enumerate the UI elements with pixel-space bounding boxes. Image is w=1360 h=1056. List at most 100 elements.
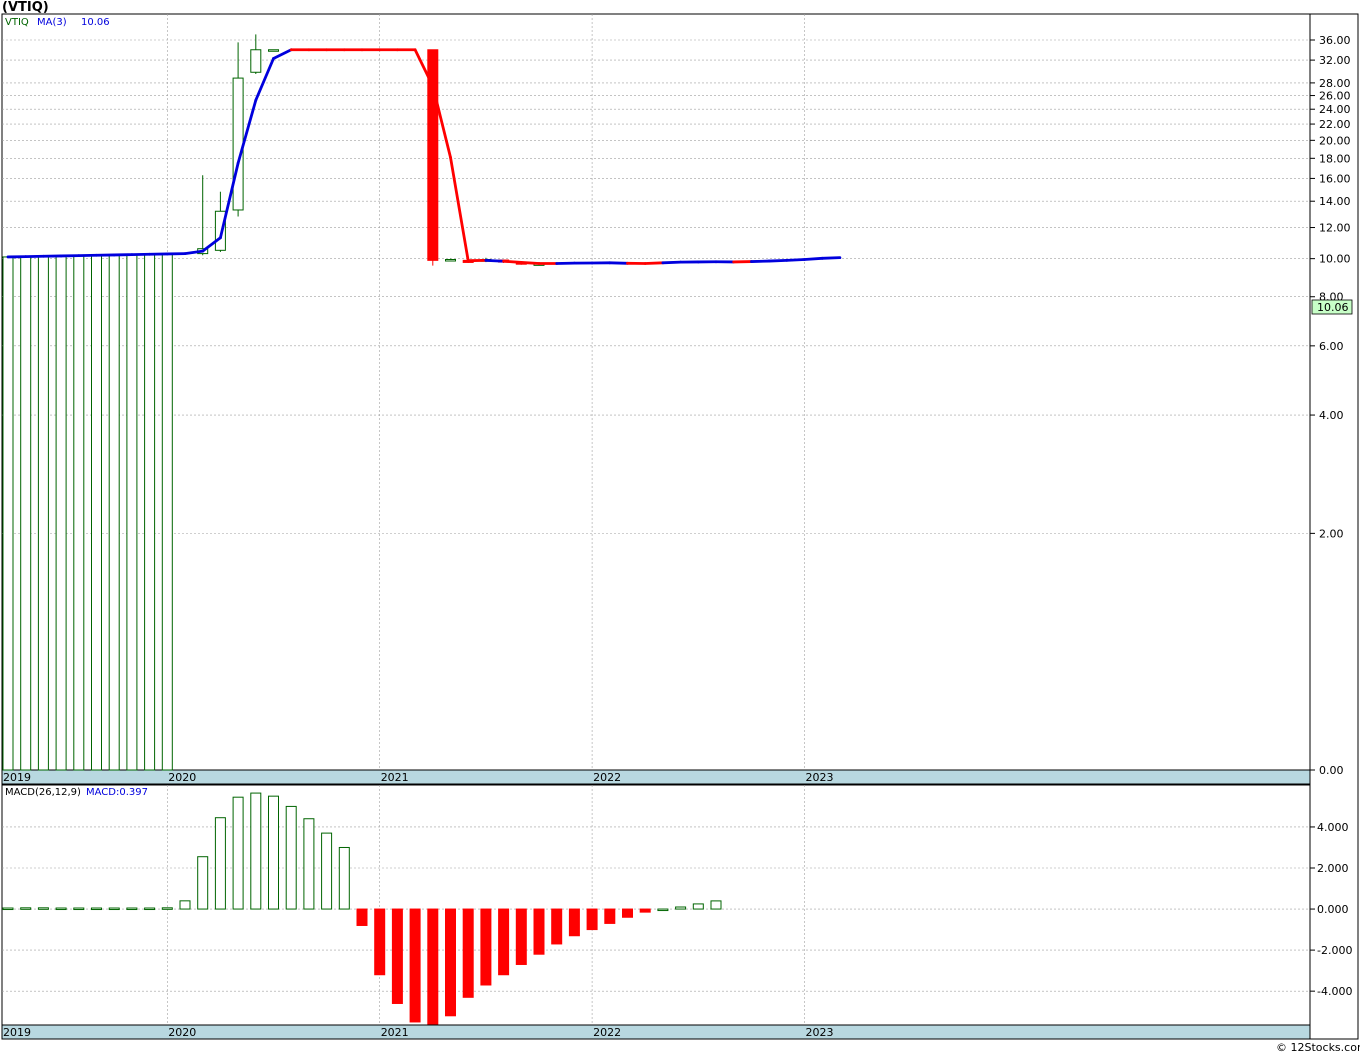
- price-y-tick-label: 32.00: [1319, 54, 1351, 67]
- macd-bar: [232, 796, 244, 910]
- candle-body: [144, 253, 156, 771]
- price-panel-frame: [1, 13, 1311, 771]
- price-y-tick-label: 20.00: [1319, 134, 1351, 147]
- macd-x-tick-label: 2020: [168, 1026, 196, 1039]
- macd-bar: [533, 908, 545, 955]
- ma-segment: [661, 260, 682, 265]
- macd-bar: [568, 908, 580, 937]
- price-y-tick-label: 10.00: [1319, 253, 1351, 266]
- price-y-tick-label: 6.00: [1319, 340, 1344, 353]
- price-y-tick-label: 18.00: [1319, 152, 1351, 165]
- macd-bar: [303, 818, 315, 910]
- ma-segment: [785, 258, 806, 262]
- macd-bar: [126, 907, 138, 911]
- macd-x-tick-label: 2021: [381, 1026, 409, 1039]
- macd-bar: [374, 908, 386, 976]
- macd-bar: [108, 907, 120, 911]
- legend-ma-value: 10.06: [81, 17, 110, 28]
- macd-bar: [268, 795, 279, 910]
- ma-segment: [820, 256, 842, 260]
- ma-segment: [803, 256, 824, 261]
- macd-bar: [604, 908, 616, 924]
- price-x-tick-label: 2020: [168, 771, 196, 784]
- macd-bar: [427, 908, 439, 1025]
- candle-body: [20, 256, 32, 771]
- macd-bar: [37, 907, 49, 910]
- macd-bar: [391, 908, 403, 1004]
- macd-y-tick-label: -4.000: [1317, 985, 1352, 998]
- macd-x-tick-label: 2023: [806, 1026, 834, 1039]
- chart-canvas: 0.002.004.006.008.0010.0012.0014.0016.00…: [1, 0, 1360, 1054]
- macd-bar: [586, 908, 598, 931]
- macd-bar: [214, 817, 226, 910]
- candle-body: [445, 259, 456, 262]
- macd-y-tick-label: 4.000: [1317, 821, 1349, 834]
- macd-y-tick-label: 0.000: [1317, 903, 1349, 916]
- price-y-tick-label: 22.00: [1319, 118, 1351, 131]
- price-y-tick-label: 16.00: [1319, 172, 1351, 185]
- last-price-badge: 10.06: [1317, 301, 1349, 314]
- price-y-tick-label: 0.00: [1319, 764, 1344, 777]
- macd-bar: [20, 907, 32, 910]
- price-y-tick-label: 12.00: [1319, 222, 1351, 235]
- price-y-tick-label: 14.00: [1319, 195, 1351, 208]
- ma-segment: [643, 261, 665, 265]
- candle-body: [268, 49, 279, 52]
- macd-bar: [2, 907, 14, 911]
- macd-bar: [675, 906, 687, 910]
- price-x-tick-label: 2019: [3, 771, 31, 784]
- candle-body: [161, 253, 173, 771]
- macd-bar: [462, 908, 474, 998]
- macd-bar: [498, 908, 510, 976]
- macd-bar: [179, 900, 191, 910]
- macd-bar: [356, 908, 368, 926]
- macd-bar: [692, 903, 704, 910]
- footer-credit: © 12Stocks.com: [1276, 1041, 1360, 1054]
- macd-bar: [710, 900, 722, 910]
- macd-bar: [445, 908, 456, 1017]
- macd-bar: [197, 856, 209, 910]
- candle-body: [250, 49, 262, 73]
- macd-bar: [622, 908, 633, 918]
- ma-segment: [502, 259, 523, 264]
- price-y-tick-label: 2.00: [1319, 527, 1344, 540]
- macd-bar: [250, 792, 262, 910]
- macd-bar: [639, 908, 651, 913]
- macd-bar: [73, 907, 85, 911]
- chart-title: (VTIQ): [2, 0, 49, 15]
- macd-bar: [161, 907, 173, 910]
- candle-body: [2, 256, 14, 771]
- price-x-tick-label: 2023: [806, 771, 834, 784]
- price-x-tick-label: 2022: [593, 771, 621, 784]
- macd-x-tick-label: 2019: [3, 1026, 31, 1039]
- candle-body: [73, 255, 85, 771]
- macd-bar: [91, 907, 102, 911]
- macd-y-tick-label: -2.000: [1317, 944, 1352, 957]
- price-y-tick-label: 28.00: [1319, 77, 1351, 90]
- candle-body: [232, 77, 244, 211]
- candle-body: [55, 255, 67, 771]
- macd-legend-label: MACD(26,12,9): [5, 787, 81, 798]
- ma-segment: [484, 258, 506, 263]
- ma-segment: [519, 261, 541, 265]
- macd-bar: [55, 907, 67, 911]
- candle-body: [126, 254, 138, 771]
- macd-bar: [551, 908, 563, 945]
- candle-body: [108, 254, 120, 771]
- price-xaxis-band: [1, 769, 1311, 785]
- macd-bar: [409, 908, 421, 1023]
- price-y-tick-label: 4.00: [1319, 409, 1344, 422]
- price-y-tick-label: 36.00: [1319, 34, 1351, 47]
- macd-bar: [321, 832, 333, 910]
- price-y-tick-label: 24.00: [1319, 103, 1351, 116]
- macd-bar: [338, 846, 350, 910]
- candle-body: [91, 254, 102, 771]
- legend-symbol: VTIQ: [5, 17, 29, 28]
- candle-body: [37, 255, 49, 771]
- macd-xaxis-band: [1, 1024, 1311, 1040]
- ma-segment: [608, 261, 629, 265]
- macd-bar: [285, 805, 297, 910]
- ma-segment: [767, 258, 789, 263]
- macd-x-tick-label: 2022: [593, 1026, 621, 1039]
- macd-bar: [515, 908, 527, 965]
